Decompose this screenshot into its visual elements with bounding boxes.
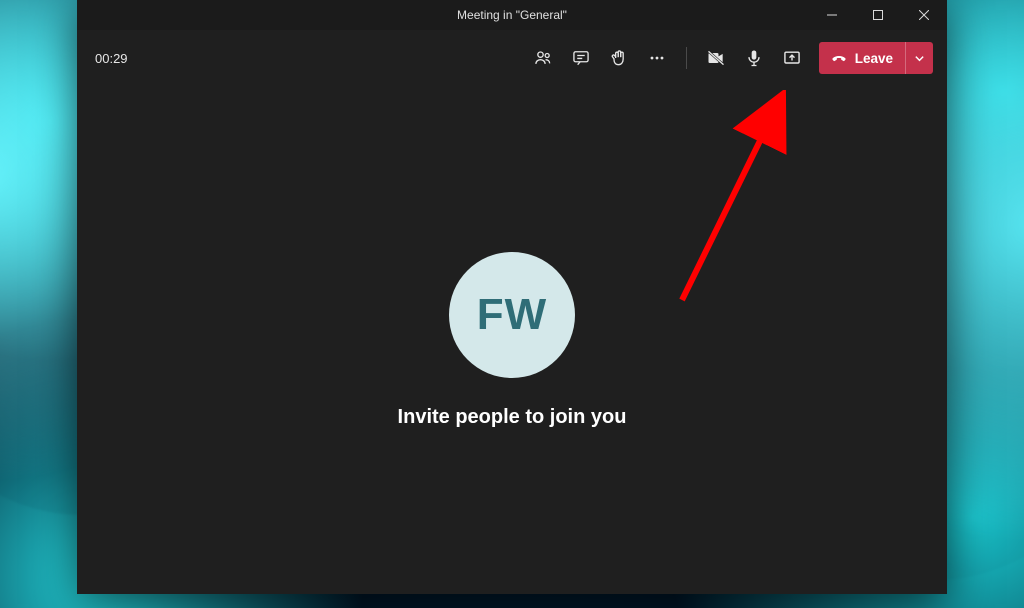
hangup-icon [831,50,847,66]
microphone-button[interactable] [736,40,772,76]
invite-prompt: Invite people to join you [398,406,627,429]
window-title: Meeting in "General" [77,8,947,22]
raise-hand-button[interactable] [601,40,637,76]
camera-off-icon [706,48,726,68]
call-timer: 00:29 [95,51,128,66]
leave-button-group: Leave [819,42,933,74]
toolbar-divider [686,47,687,69]
meeting-toolbar: 00:29 [77,30,947,86]
chevron-down-icon [914,53,925,64]
chat-button[interactable] [563,40,599,76]
titlebar[interactable]: Meeting in "General" [77,0,947,30]
share-screen-icon [782,48,802,68]
avatar-initials: FW [477,290,547,340]
avatar: FW [449,252,575,378]
meeting-window: Meeting in "General" 00:29 [77,0,947,594]
leave-options-button[interactable] [905,42,933,74]
more-icon [647,48,667,68]
participants-button[interactable] [525,40,561,76]
share-screen-button[interactable] [774,40,810,76]
chat-icon [571,48,591,68]
leave-button[interactable]: Leave [819,42,905,74]
people-icon [533,48,553,68]
mic-icon [744,48,764,68]
leave-button-label: Leave [855,51,893,66]
meeting-stage: FW Invite people to join you [77,86,947,594]
camera-button[interactable] [698,40,734,76]
raise-hand-icon [609,48,629,68]
more-actions-button[interactable] [639,40,675,76]
